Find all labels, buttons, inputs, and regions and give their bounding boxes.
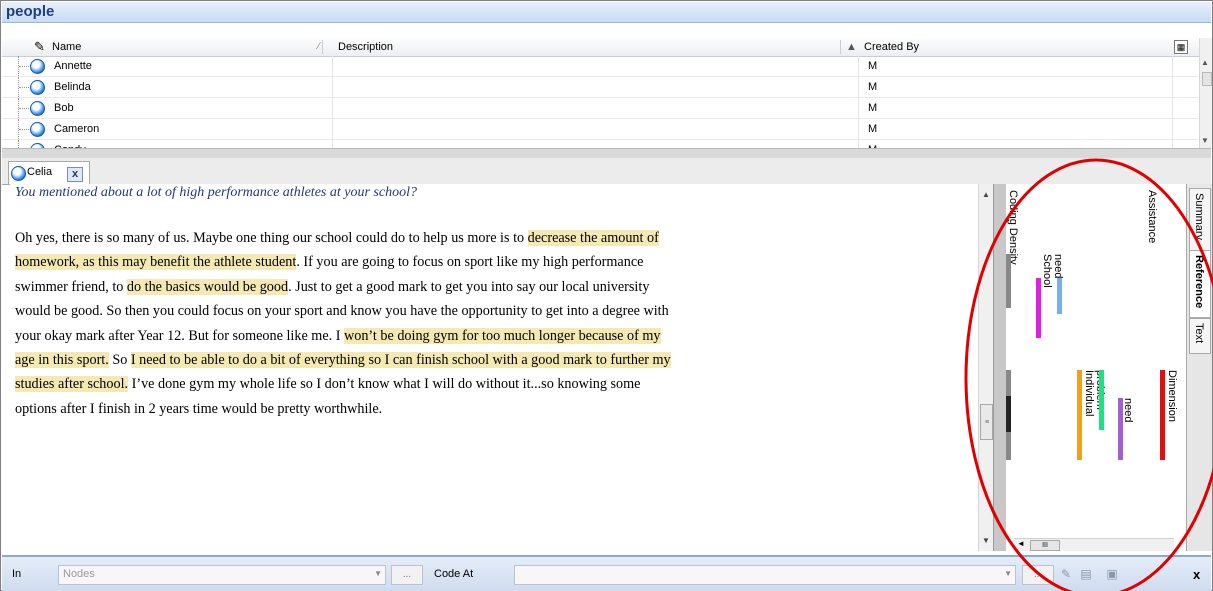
stripe-bar-dimension[interactable] xyxy=(1160,370,1165,460)
nodes-combo[interactable]: Nodes ▼ xyxy=(58,565,386,585)
scroll-thumb[interactable] xyxy=(1202,72,1212,86)
stripe-bar-problem[interactable] xyxy=(1099,370,1104,430)
tab-summary[interactable]: Summary xyxy=(1189,188,1211,252)
tab-text-label: Text xyxy=(1193,323,1205,344)
tab-label: Celia xyxy=(27,166,53,178)
text-segment: So xyxy=(108,352,131,369)
pin-icon[interactable]: ✎ xyxy=(34,38,45,56)
column-chooser-icon[interactable]: ▦ xyxy=(1174,40,1188,54)
stripe-bar-need-school[interactable] xyxy=(1057,278,1062,314)
scroll-up-icon[interactable]: ▲ xyxy=(982,190,990,199)
list-scrollbar[interactable]: ▲ ▼ xyxy=(1199,38,1212,148)
scroll-down-icon[interactable]: ▼ xyxy=(982,536,990,545)
node-icon xyxy=(30,122,45,137)
scroll-up-icon[interactable]: ▲ xyxy=(1201,58,1209,67)
node-icon xyxy=(30,80,45,95)
people-list: Annette M Belinda M Bob M Cameron M Cand… xyxy=(2,56,1198,148)
tab-summary-label: Summary xyxy=(1193,193,1205,241)
stripes-horizontal-scrollbar[interactable]: ◄ III xyxy=(1014,538,1174,551)
in-label: In xyxy=(12,568,22,580)
tree-branch xyxy=(19,66,29,67)
row-name: Annette xyxy=(54,60,92,72)
label-need-school: need xyxy=(1052,254,1064,279)
list-item[interactable]: Cameron M xyxy=(2,119,1198,140)
list-item[interactable]: Belinda M xyxy=(2,77,1198,98)
scroll-thumb[interactable]: III xyxy=(1030,540,1060,551)
tree-line xyxy=(18,140,20,148)
interview-answer: Oh yes, there is so many of us. Maybe on… xyxy=(15,226,675,421)
label-dimension: Dimension xyxy=(1166,370,1178,422)
close-tab-button[interactable]: x xyxy=(67,167,83,182)
row-created-by: M xyxy=(868,140,877,148)
list-item[interactable]: Annette M xyxy=(2,56,1198,77)
scroll-down-icon[interactable]: ▼ xyxy=(1201,136,1209,145)
interview-question: You mentioned about a lot of high perfor… xyxy=(15,185,417,200)
stripe-bar-need[interactable] xyxy=(1118,398,1123,460)
coding-density-segment xyxy=(1006,396,1011,432)
sort-icon: ∕ xyxy=(318,41,320,52)
list-item[interactable]: Bob M xyxy=(2,98,1198,119)
row-name: Cameron xyxy=(54,123,100,135)
node-icon xyxy=(11,166,26,181)
code-icon[interactable]: ✎ xyxy=(1058,567,1074,581)
panel-title-bar: people xyxy=(2,2,1211,23)
document-tab-strip: Celia x xyxy=(2,158,1211,185)
tab-celia[interactable]: Celia x xyxy=(8,161,90,184)
row-created-by: M xyxy=(868,102,878,114)
row-created-by: M xyxy=(868,81,878,93)
row-created-by: M xyxy=(868,60,878,72)
tree-branch xyxy=(19,87,29,88)
user-icon: ▲ xyxy=(846,41,857,53)
coding-density-segment xyxy=(1006,370,1011,396)
document-scrollbar[interactable]: ▲ ≡ ▼ xyxy=(978,184,993,551)
column-separator xyxy=(322,40,323,54)
tree-branch xyxy=(19,129,29,130)
label-need: need xyxy=(1122,398,1134,423)
panel-title: people xyxy=(6,3,55,20)
coding-stripes-panel[interactable]: Coding Density Assistance School need In… xyxy=(1006,184,1186,551)
document-view[interactable]: You mentioned about a lot of high perfor… xyxy=(10,184,978,551)
stripe-splitter[interactable] xyxy=(993,184,1007,551)
tab-reference[interactable]: Reference xyxy=(1189,250,1211,318)
row-name: Belinda xyxy=(54,81,91,93)
tab-text[interactable]: Text xyxy=(1189,318,1211,354)
column-header-created-by[interactable]: Created By xyxy=(864,38,919,56)
row-name: Candy xyxy=(54,140,86,148)
code-at-label: Code At xyxy=(434,568,474,580)
browse-button[interactable]: ... xyxy=(1022,565,1054,585)
node-icon xyxy=(30,59,45,74)
close-bar-button[interactable]: x xyxy=(1193,567,1200,582)
scroll-thumb[interactable]: ≡ xyxy=(980,404,993,440)
detail-view-tabs: Summary Reference Text xyxy=(1186,184,1212,551)
code-at-combo[interactable]: ▼ xyxy=(514,565,1016,585)
create-node-icon[interactable]: ▣ xyxy=(1104,567,1120,581)
label-assistance: Assistance xyxy=(1146,190,1158,244)
nodes-placeholder: Nodes xyxy=(63,568,95,580)
row-name: Bob xyxy=(54,102,74,114)
scroll-left-icon[interactable]: ◄ xyxy=(1017,539,1025,548)
chevron-down-icon[interactable]: ▼ xyxy=(1004,569,1012,578)
chevron-down-icon[interactable]: ▼ xyxy=(374,569,382,578)
uncode-icon[interactable]: ▤ xyxy=(1078,567,1094,581)
tree-branch xyxy=(19,108,29,109)
column-header-description[interactable]: Description xyxy=(338,38,393,56)
coding-density-segment xyxy=(1006,432,1011,460)
node-icon xyxy=(30,101,45,116)
coding-density-segment xyxy=(1006,254,1011,308)
column-header-name[interactable]: Name xyxy=(52,38,81,56)
column-separator xyxy=(840,40,841,54)
text-segment: Oh yes, there is so many of us. Maybe on… xyxy=(15,230,528,246)
browse-button[interactable]: ... xyxy=(391,565,423,585)
list-header-row: ✎ Name ∕ Description ▲ Created By ▦ xyxy=(2,38,1198,56)
stripe-bar-individual[interactable] xyxy=(1077,370,1082,460)
row-created-by: M xyxy=(868,123,878,135)
quick-coding-bar: In Nodes ▼ ... Code At ▼ ... ✎ ▤ ▣ x xyxy=(2,555,1211,591)
coded-text-highlight[interactable]: do the basics would be good xyxy=(126,278,289,295)
tab-reference-label: Reference xyxy=(1193,255,1205,309)
list-item[interactable]: Candy M xyxy=(2,140,1198,148)
